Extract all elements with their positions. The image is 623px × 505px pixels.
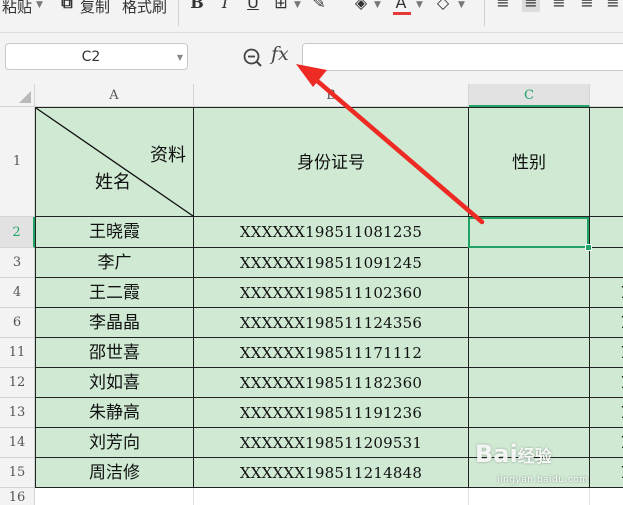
name-box-dropdown-icon[interactable]: ▼: [177, 53, 183, 62]
row-header[interactable]: 14: [0, 428, 35, 458]
extra-cell[interactable]: 1: [590, 428, 623, 458]
spreadsheet-grid: A B C 1 2 3 4 6 11 12 13 14 15 16 资料 姓名 …: [0, 84, 623, 505]
extra-cell[interactable]: 1: [590, 278, 623, 308]
cell-d1[interactable]: [590, 107, 623, 217]
gender-cell[interactable]: [469, 308, 590, 338]
gender-cell[interactable]: [469, 368, 590, 398]
gender-cell[interactable]: [469, 338, 590, 368]
empty-cell[interactable]: [469, 488, 590, 505]
column-header-d[interactable]: [590, 84, 623, 107]
row-header[interactable]: 13: [0, 398, 35, 428]
name-cell[interactable]: 刘芳向: [35, 428, 194, 458]
id-cell[interactable]: XXXXXX198511214848: [194, 458, 469, 488]
paste-button[interactable]: 粘贴: [2, 0, 32, 17]
copy-button[interactable]: 复制: [80, 0, 110, 17]
copy-icon[interactable]: ⧉: [58, 0, 76, 12]
name-cell[interactable]: 李广: [35, 248, 194, 278]
align-justify-icon[interactable]: ≡: [578, 0, 596, 12]
name-cell[interactable]: 刘如喜: [35, 368, 194, 398]
row-header[interactable]: 6: [0, 308, 35, 338]
name-cell[interactable]: 周洁修: [35, 458, 194, 488]
zoom-icon[interactable]: [242, 47, 264, 69]
underline-icon[interactable]: U: [244, 0, 262, 12]
row-header-1[interactable]: 1: [0, 107, 35, 217]
border-dropdown-icon[interactable]: ▼: [294, 0, 301, 10]
gender-cell[interactable]: [469, 248, 590, 278]
diagonal-header-top-label: 资料: [150, 145, 186, 166]
row-header[interactable]: 3: [0, 248, 35, 278]
extra-cell[interactable]: 1: [590, 398, 623, 428]
formula-input[interactable]: [302, 43, 623, 71]
cell-c1-gender-header[interactable]: 性别: [469, 107, 590, 217]
row-header[interactable]: 12: [0, 368, 35, 398]
fill-color-dropdown-icon[interactable]: ▼: [374, 0, 381, 10]
empty-cell[interactable]: [194, 488, 469, 505]
id-cell[interactable]: XXXXXX198511081235: [194, 217, 469, 248]
row-header[interactable]: 15: [0, 458, 35, 488]
clear-format-icon[interactable]: ◇: [434, 0, 452, 12]
extra-cell[interactable]: 1: [590, 458, 623, 488]
gender-cell[interactable]: [469, 278, 590, 308]
font-color-bar: [393, 12, 411, 15]
toolbar-divider: [178, 0, 179, 26]
name-cell[interactable]: 朱静高: [35, 398, 194, 428]
align-center-icon[interactable]: ≡: [522, 0, 540, 12]
font-color-icon[interactable]: A: [392, 0, 410, 12]
column-header-c[interactable]: C: [469, 84, 590, 107]
diagonal-header-bottom-label: 姓名: [95, 172, 131, 193]
toolbar-divider: [484, 0, 485, 26]
fill-color-icon[interactable]: ◈: [352, 0, 370, 12]
id-cell[interactable]: XXXXXX198511171112: [194, 338, 469, 368]
row-header-16[interactable]: 16: [0, 488, 35, 505]
name-cell[interactable]: 王晓霞: [35, 217, 194, 248]
baidu-watermark-logo: Bai经验: [475, 440, 552, 468]
name-cell[interactable]: 邵世喜: [35, 338, 194, 368]
fx-icon[interactable]: fx: [271, 43, 289, 65]
id-cell[interactable]: XXXXXX198511182360: [194, 368, 469, 398]
fill-handle[interactable]: [585, 244, 592, 251]
extra-cell[interactable]: [590, 248, 623, 278]
gender-cell[interactable]: [469, 398, 590, 428]
row-header[interactable]: 4: [0, 278, 35, 308]
id-cell[interactable]: XXXXXX198511191236: [194, 398, 469, 428]
name-cell[interactable]: 李晶晶: [35, 308, 194, 338]
distribute-icon[interactable]: ≡: [604, 0, 622, 12]
name-box[interactable]: C2 ▼: [5, 43, 188, 70]
bold-icon[interactable]: B: [188, 0, 206, 12]
extra-cell[interactable]: 1: [590, 338, 623, 368]
extra-cell[interactable]: 1: [590, 368, 623, 398]
column-header-a[interactable]: A: [35, 84, 194, 107]
cell-b1-id-header[interactable]: 身份证号: [194, 107, 469, 217]
clear-format-dropdown-icon[interactable]: ▼: [458, 0, 465, 10]
select-all-corner[interactable]: [0, 84, 35, 107]
format-painter-button[interactable]: 格式刷: [122, 0, 167, 17]
baidu-watermark-url: jingyan.baidu.com: [497, 475, 589, 485]
empty-cell[interactable]: [35, 488, 194, 505]
extra-cell[interactable]: [590, 217, 623, 248]
id-cell[interactable]: XXXXXX198511102360: [194, 278, 469, 308]
row-header[interactable]: 2: [0, 217, 35, 248]
extra-cell[interactable]: 1: [590, 308, 623, 338]
id-cell[interactable]: XXXXXX198511091245: [194, 248, 469, 278]
id-cell[interactable]: XXXXXX198511124356: [194, 308, 469, 338]
align-left-icon[interactable]: ≡: [494, 0, 512, 12]
row-header[interactable]: 11: [0, 338, 35, 368]
name-cell[interactable]: 王二霞: [35, 278, 194, 308]
paste-dropdown-icon[interactable]: ▼: [36, 0, 43, 10]
border-icon[interactable]: ⊞: [272, 0, 290, 12]
ribbon-toolbar: 粘贴 ▼ ⧉ 复制 格式刷 B I U ⊞ ▼ ✎ ◈ ▼ A ▼ ◇ ▼ ≡ …: [0, 0, 623, 33]
pen-icon[interactable]: ✎: [310, 0, 328, 12]
active-cell-selection[interactable]: [468, 217, 589, 248]
italic-icon[interactable]: I: [216, 0, 234, 12]
empty-cell[interactable]: [590, 488, 623, 505]
align-right-icon[interactable]: ≡: [550, 0, 568, 12]
name-box-value: C2: [81, 49, 101, 65]
font-color-dropdown-icon[interactable]: ▼: [416, 0, 423, 10]
id-cell[interactable]: XXXXXX198511209531: [194, 428, 469, 458]
column-header-b[interactable]: B: [194, 84, 469, 107]
